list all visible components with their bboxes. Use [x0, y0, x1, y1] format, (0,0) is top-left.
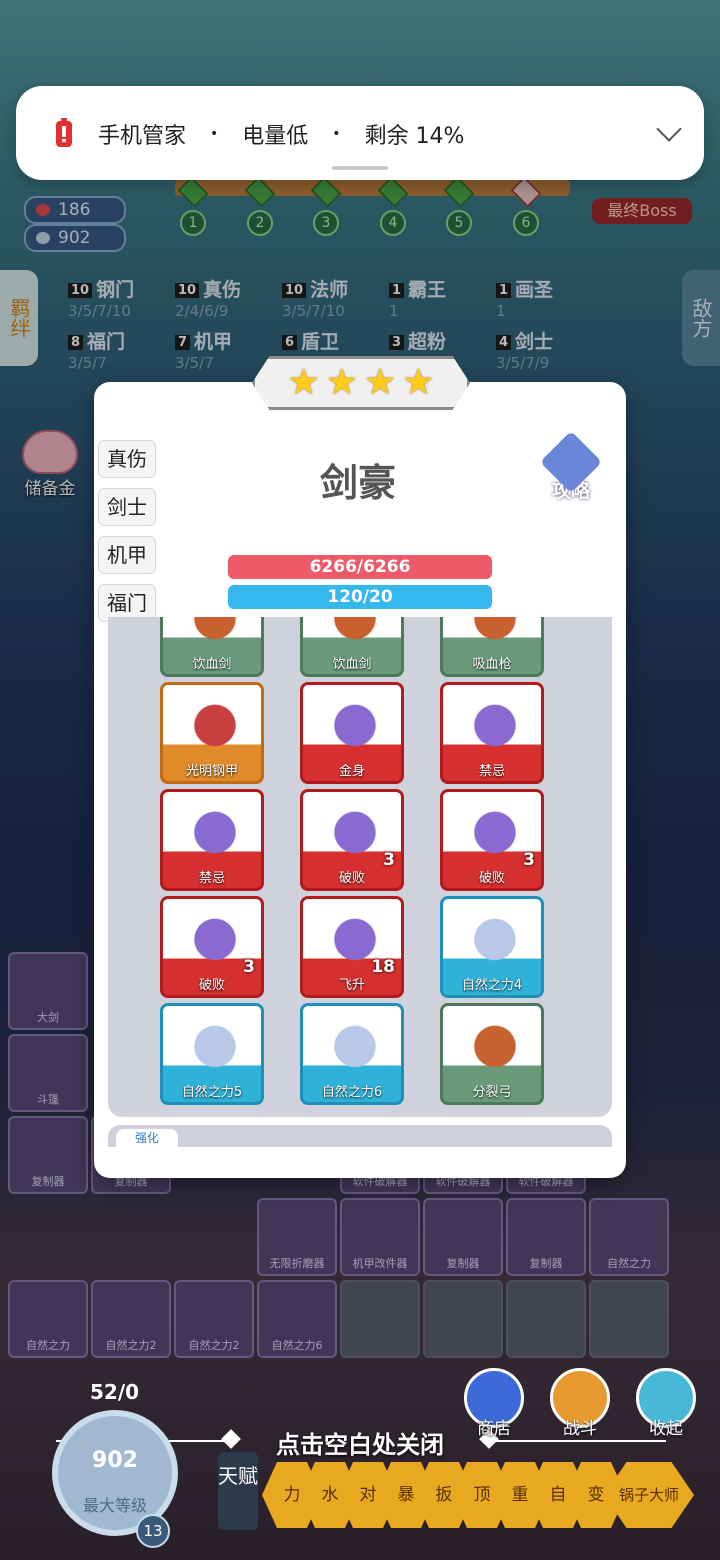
star-icon: ★ — [325, 362, 358, 403]
equipment-slot[interactable]: 18 飞升 — [300, 896, 404, 998]
graduation-cap-icon — [539, 430, 603, 494]
equipment-slot[interactable]: 3 破败 — [300, 789, 404, 891]
star-icon: ★ — [402, 362, 435, 403]
equipment-label: 自然之力4 — [461, 978, 523, 993]
equipment-slot[interactable]: 自然之力6 — [300, 1003, 404, 1105]
star-icon: ★ — [364, 362, 397, 403]
level-up-label: 最大等级 — [82, 1496, 147, 1515]
equipment-label: 分裂弓 — [472, 1085, 512, 1100]
equipment-label: 金身 — [338, 764, 365, 779]
equipment-icon — [451, 1014, 539, 1086]
equipment-icon — [451, 907, 539, 979]
equipment-slot[interactable]: 分裂弓 — [440, 1003, 544, 1105]
battle-button[interactable]: 战斗 — [548, 1368, 612, 1439]
equipment-label: 飞升 — [338, 978, 365, 993]
star-icon: ★ — [287, 362, 320, 403]
equipment-label: 吸血枪 — [472, 657, 512, 672]
equipment-label: 破败 — [478, 871, 505, 886]
equipment-label: 自然之力6 — [321, 1085, 383, 1100]
equipment-icon — [451, 617, 539, 658]
battery-low-icon — [56, 118, 72, 147]
equipment-label: 光明钢甲 — [185, 764, 238, 779]
unit-count: 52/0 — [90, 1380, 140, 1404]
equipment-slot[interactable]: 3 破败 — [440, 789, 544, 891]
equipment-grid: 饮血剑 饮血剑 吸血枪 光明钢甲 金身 禁忌 禁忌 3 破败 3 破败 3 破败 18 飞升 自然之力4 自然之… — [108, 617, 612, 1117]
trait-tab[interactable]: 机甲 — [98, 536, 156, 574]
battery-notification[interactable]: 手机管家 • 电量低 • 剩余 14% — [16, 86, 704, 180]
equipment-icon — [171, 800, 259, 872]
talent-item[interactable]: 锅子大师 — [604, 1462, 694, 1528]
talent-bar: 力水对暴扳顶重自变锅子大师 — [262, 1462, 702, 1532]
collapse-button[interactable]: 收起 — [634, 1368, 698, 1439]
notification-detail: 剩余 14% — [364, 124, 465, 149]
mana-bar: 120/20 — [228, 585, 492, 609]
trait-tab[interactable]: 剑士 — [98, 488, 156, 526]
equipment-icon — [171, 617, 259, 658]
equipment-slot[interactable]: 饮血剑 — [160, 617, 264, 677]
collapse-label: 收起 — [649, 1419, 683, 1439]
equipment-icon — [311, 617, 399, 658]
shop-button[interactable]: 商店 — [462, 1368, 526, 1439]
equipment-icon — [171, 693, 259, 765]
hero-name: 剑豪 — [319, 461, 396, 505]
hint-divider-right — [494, 1440, 666, 1442]
notification-separator: • — [332, 126, 341, 142]
level-up-cost: 902 — [92, 1448, 138, 1473]
equipment-label: 破败 — [198, 978, 225, 993]
equipment-label: 饮血剑 — [332, 657, 372, 672]
equipment-slot[interactable]: 自然之力4 — [440, 896, 544, 998]
equipment-slot[interactable]: 禁忌 — [440, 682, 544, 784]
equipment-icon — [311, 693, 399, 765]
equipment-icon — [451, 693, 539, 765]
player-level: 13 — [136, 1514, 170, 1548]
expand-chevron-icon[interactable] — [656, 116, 682, 142]
battle-label: 战斗 — [563, 1419, 597, 1439]
star-rating: ★ ★ ★ ★ — [252, 356, 470, 410]
notification-title: 电量低 — [242, 124, 309, 149]
equipment-label: 破败 — [338, 871, 365, 886]
equipment-label: 禁忌 — [198, 871, 225, 886]
equipment-slot[interactable]: 吸血枪 — [440, 617, 544, 677]
notification-app: 手机管家 — [98, 124, 187, 149]
equipment-slot[interactable]: 禁忌 — [160, 789, 264, 891]
shop-label: 商店 — [477, 1419, 511, 1439]
talent-label: 天赋 — [218, 1452, 258, 1530]
hero-trait-tabs: 真伤 剑士 机甲 福门 — [98, 440, 156, 632]
equipment-slot[interactable]: 光明钢甲 — [160, 682, 264, 784]
equipment-subtab-bar: 强化 — [108, 1125, 612, 1147]
guide-button[interactable]: 攻略 — [536, 430, 606, 503]
equipment-slot[interactable]: 饮血剑 — [300, 617, 404, 677]
equipment-label: 饮血剑 — [192, 657, 232, 672]
trait-tab[interactable]: 真伤 — [98, 440, 156, 478]
equipment-slot[interactable]: 自然之力5 — [160, 1003, 264, 1105]
hp-bar: 6266/6266 — [228, 555, 492, 579]
notification-separator: • — [210, 126, 219, 142]
equipment-icon — [171, 1014, 259, 1086]
equipment-slot[interactable]: 3 破败 — [160, 896, 264, 998]
equipment-icon — [311, 1014, 399, 1086]
notification-handle[interactable] — [332, 166, 388, 170]
equipment-slot[interactable]: 金身 — [300, 682, 404, 784]
equipment-label: 禁忌 — [478, 764, 505, 779]
enhance-tab[interactable]: 强化 — [116, 1129, 178, 1147]
equipment-label: 自然之力5 — [181, 1085, 243, 1100]
